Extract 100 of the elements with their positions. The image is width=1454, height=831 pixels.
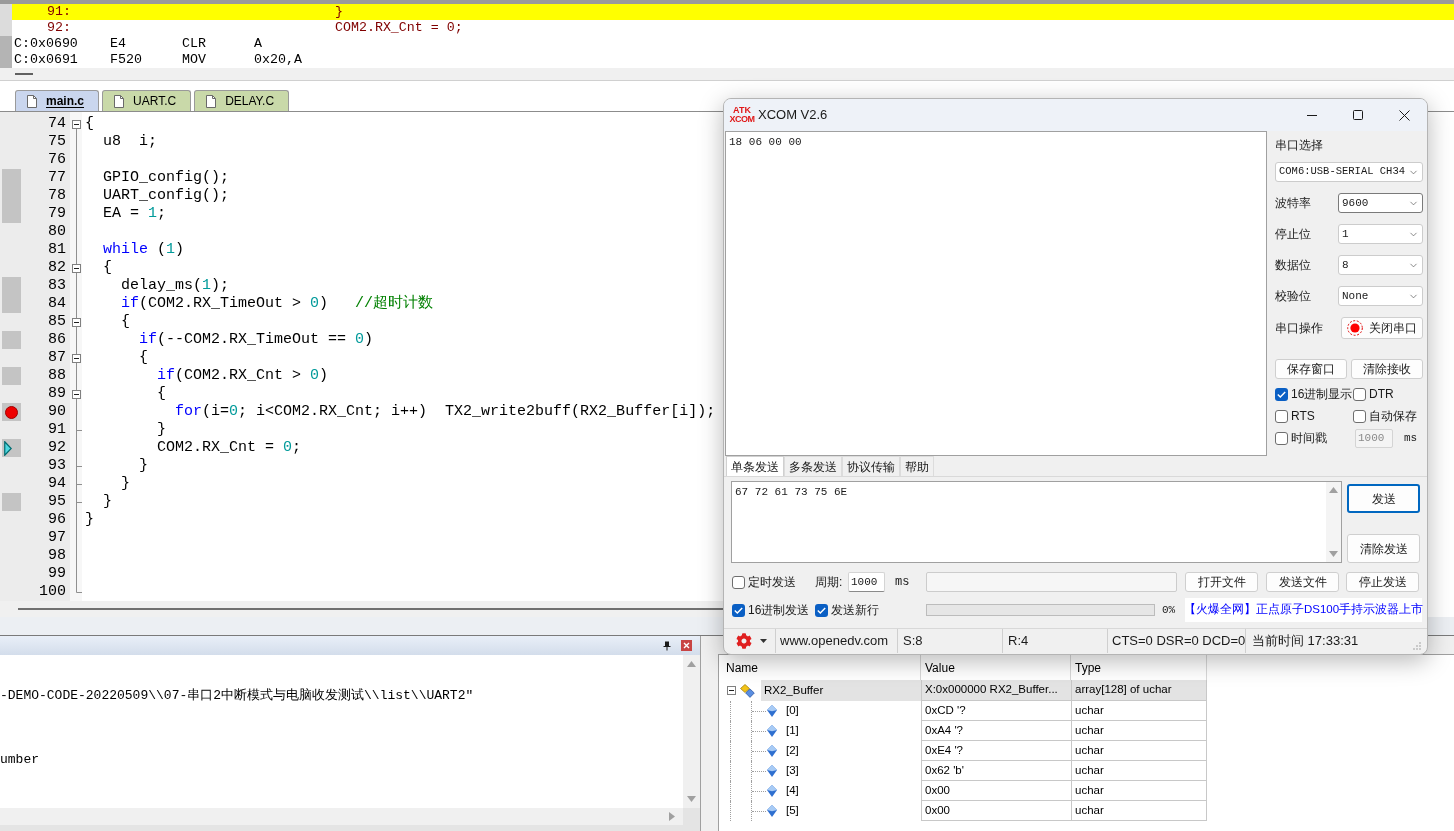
line-number: 94 [48,475,66,493]
column-header[interactable]: Value [925,658,955,677]
line-number: 90 [48,403,66,421]
file-tab[interactable]: UART.C [102,90,192,111]
code-line: u8 i; [102,133,157,151]
column-header[interactable]: Name [726,658,758,677]
checkbox-label: 定时发送 [748,574,796,591]
variable-value: X:0x000000 RX2_Buffer... [925,682,1058,698]
collapse-icon[interactable] [71,317,81,327]
dropdown[interactable]: 1 [1338,224,1423,244]
variable-type: uchar [1075,702,1104,718]
variable-type: uchar [1075,722,1104,738]
dropdown[interactable]: None [1338,286,1423,306]
collapse-icon[interactable] [71,353,81,363]
checkbox-label: DTR [1369,386,1394,403]
open-file-button[interactable]: 打开文件 [1185,572,1258,592]
receive-text-area[interactable]: 18 06 00 00 [725,131,1267,456]
clear-receive-button[interactable]: 清除接收 [1351,359,1423,379]
line-number: 83 [48,277,66,295]
source-line-number: 91: [47,4,71,20]
file-tab[interactable]: main.c [15,90,99,111]
collapse-icon[interactable] [71,119,81,129]
source-line-number: 92: [47,20,71,36]
save-window-button[interactable]: 保存窗口 [1275,359,1347,379]
file-tab[interactable]: DELAY.C [194,90,290,111]
checkmark-icon [1277,390,1286,398]
line-number: 96 [48,511,66,529]
clear-send-button[interactable]: 清除发送 [1347,534,1420,563]
variable-value: 0x00 [925,782,950,798]
variable-value: 0xA4 '? [925,722,963,738]
promo-link[interactable]: 【火爆全网】正点原子DS100手持示波器上市 [1183,601,1424,619]
collapse-icon[interactable] [71,263,81,273]
setting-label: 停止位 [1275,226,1311,243]
minimize-icon [1307,114,1317,116]
pin-icon[interactable] [663,640,671,651]
port-toggle-button[interactable]: 关闭串口 [1341,317,1423,339]
checkbox[interactable] [1275,387,1288,401]
port-action-label: 串口操作 [1275,320,1323,337]
settings-icon[interactable] [736,633,752,649]
code-line: while (1) [102,241,185,259]
collapse-icon[interactable] [71,389,81,399]
stop-send-button[interactable]: 停止发送 [1346,572,1419,592]
line-number: 75 [48,133,66,151]
checkbox[interactable] [1275,431,1288,445]
maximize-icon [1353,110,1363,120]
line-number: 92 [48,439,66,457]
period-input[interactable]: 1000 [848,572,885,592]
checkbox[interactable] [732,603,745,617]
checkbox[interactable] [1353,387,1366,401]
file-path-field[interactable] [926,572,1177,592]
scrollbar-thumb[interactable] [18,608,723,610]
line-number: 78 [48,187,66,205]
send-mode-tab[interactable]: 多条发送 [784,456,842,476]
dropdown[interactable]: 8 [1338,255,1423,275]
collapse-icon[interactable] [727,686,736,695]
checkbox[interactable] [815,603,828,617]
variable-value: 0x62 'b' [925,762,964,778]
source-code: COM2.RX_Cnt = 0; [335,20,463,36]
checkbox-label: 自动保存 [1369,408,1417,425]
send-mode-tab[interactable]: 协议传输 [842,456,900,476]
checkbox[interactable] [1353,409,1366,423]
variable-type: uchar [1075,782,1104,798]
variable-name: [3] [786,763,799,779]
line-number: 97 [48,529,66,547]
code-line: { [102,259,112,277]
checkbox-label: 时间戳 [1291,430,1327,447]
dropdown[interactable]: 9600 [1338,193,1423,213]
send-button[interactable]: 发送 [1347,484,1420,513]
resize-grip-icon[interactable] [1413,642,1421,650]
variable-type: uchar [1075,742,1104,758]
setting-label: 数据位 [1275,257,1311,274]
dropdown[interactable]: COM6:USB-SERIAL CH34 [1275,162,1423,182]
column-header[interactable]: Type [1075,658,1101,677]
line-number: 79 [48,205,66,223]
send-file-button[interactable]: 发送文件 [1266,572,1339,592]
code-line: for(i=0; i<COM2.RX_Cnt; i++) TX2_write2buff(RX2_Buffer[i]); [174,403,716,421]
caret-down-icon[interactable] [760,639,767,643]
line-number: 91 [48,421,66,439]
address: C:0x0690 [14,36,78,52]
line-number: 88 [48,367,66,385]
checkbox[interactable] [1275,409,1288,423]
checkbox-label: 发送新行 [831,602,879,619]
checkbox[interactable] [732,575,745,589]
output-line: -DEMO-CODE-20220509\\07-串口2中断模式与电脑收发测试\\list\\UART2" [0,688,474,704]
send-mode-tab[interactable]: 帮助 [900,456,934,476]
app-logo: ATK XCOM [729,105,755,125]
mnemonic: MOV [182,52,206,68]
scrollbar-thumb[interactable] [15,73,33,75]
output-line: umber [0,752,39,768]
code-line: delay_ms(1); [120,277,230,295]
variable-value: 0xE4 '? [925,742,963,758]
code-line: GPIO_config(); [102,169,230,187]
line-number: 87 [48,349,66,367]
website-link[interactable]: www.openedv.com [780,631,889,651]
send-mode-tab[interactable]: 单条发送 [726,456,784,476]
diamond-icon [767,805,777,817]
variable-type: uchar [1075,762,1104,778]
checkbox-label: 16进制显示 [1291,386,1353,403]
line-number: 81 [48,241,66,259]
close-icon[interactable] [681,640,692,651]
